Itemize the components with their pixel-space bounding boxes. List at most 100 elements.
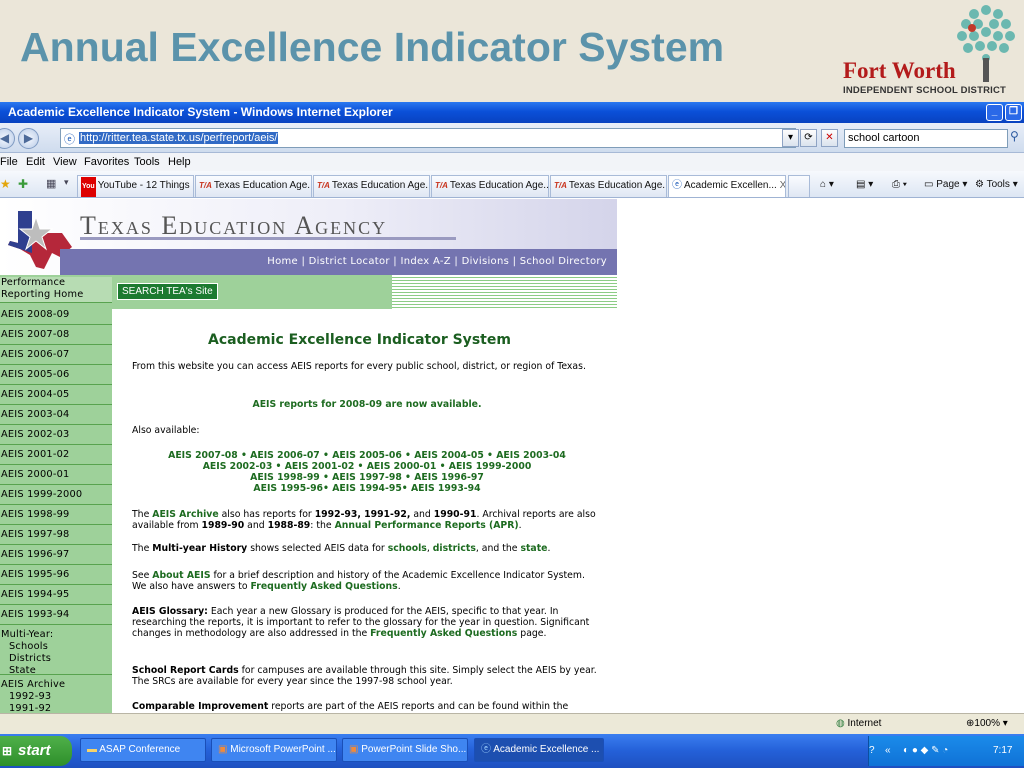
- sidebar-link-1991-92[interactable]: 1991-92: [1, 703, 112, 713]
- slide-title: Annual Excellence Indicator System: [20, 24, 725, 70]
- address-bar: ◀ ▶ ⓔ http://ritter.tea.state.tx.us/perf…: [0, 123, 1024, 153]
- tea-title-rule: [80, 237, 456, 240]
- sidebar-item-home[interactable]: Performance Reporting Home: [0, 277, 112, 303]
- sidebar-item-aeis-1994-95[interactable]: AEIS 1994-95: [0, 585, 112, 605]
- sidebar-item-aeis-2006-07[interactable]: AEIS 2006-07: [0, 345, 112, 365]
- tab-list-icon[interactable]: ▾: [64, 177, 69, 188]
- new-tab-button[interactable]: [788, 175, 810, 197]
- state-link[interactable]: state: [520, 543, 547, 554]
- aeis-links-line4[interactable]: AEIS 1995-96• AEIS 1994-95• AEIS 1993-94: [132, 483, 602, 494]
- tab-label: Texas Education Age...: [568, 180, 667, 191]
- help-icon[interactable]: ?: [869, 736, 875, 766]
- menu-file[interactable]: File: [0, 153, 18, 171]
- url-input[interactable]: ⓔ http://ritter.tea.state.tx.us/perfrepo…: [60, 128, 796, 148]
- aeis-links-line1[interactable]: AEIS 2007-08 • AEIS 2006-07 • AEIS 2005-…: [132, 450, 602, 461]
- aeis-archive-link[interactable]: AEIS Archive: [152, 509, 218, 520]
- window-titlebar: Academic Excellence Indicator System - W…: [0, 102, 1024, 123]
- sidebar-link-schools[interactable]: Schools: [1, 641, 112, 653]
- system-tray: ? « ◐ ● ◆ ✎ ◔ 7:17 PM: [868, 736, 1024, 766]
- refresh-button[interactable]: ⟳: [800, 129, 817, 147]
- menu-edit[interactable]: Edit: [26, 153, 45, 171]
- sidebar-item-aeis-2001-02[interactable]: AEIS 2001-02: [0, 445, 112, 465]
- tab-tea-3[interactable]: T/A Texas Education Age...: [431, 175, 549, 197]
- sidebar-link-1992-93[interactable]: 1992-93: [1, 691, 112, 703]
- tab-bar: ★ ✚ ▦ ▾ You YouTube - 12 Things I... T/A T…: [0, 171, 1024, 198]
- sidebar-item-aeis-2002-03[interactable]: AEIS 2002-03: [0, 425, 112, 445]
- menu-favorites[interactable]: Favorites: [84, 153, 129, 171]
- tray-arrow-icon[interactable]: «: [885, 736, 891, 766]
- forward-button[interactable]: ▶: [18, 128, 39, 149]
- faq-link-2[interactable]: Frequently Asked Questions: [370, 628, 517, 639]
- aeis-links-line2[interactable]: AEIS 2002-03 • AEIS 2001-02 • AEIS 2000-…: [132, 461, 602, 472]
- sidebar-item-aeis-2000-01[interactable]: AEIS 2000-01: [0, 465, 112, 485]
- sidebar-link-districts[interactable]: Districts: [1, 653, 112, 665]
- sidebar-item-aeis-1993-94[interactable]: AEIS 1993-94: [0, 605, 112, 625]
- page-menu-button[interactable]: ▭ Page ▾: [924, 175, 967, 195]
- task-asap-conference[interactable]: ▬ ASAP Conference: [80, 738, 206, 762]
- task-label: Academic Excellence ...: [493, 744, 600, 755]
- search-tea-site-button[interactable]: SEARCH TEA's Site: [117, 283, 218, 300]
- aeis-links-line3[interactable]: AEIS 1998-99 • AEIS 1997-98 • AEIS 1996-…: [132, 472, 602, 483]
- sidebar-link-state[interactable]: State: [1, 665, 112, 677]
- tab-close-icon[interactable]: X: [780, 180, 785, 191]
- home-icon[interactable]: ⌂ ▾: [820, 175, 834, 195]
- ie-icon: ⓔ: [672, 180, 682, 191]
- sidebar-item-aeis-2007-08[interactable]: AEIS 2007-08: [0, 325, 112, 345]
- sidebar-item-aeis-1999-2000[interactable]: AEIS 1999-2000: [0, 485, 112, 505]
- search-icon[interactable]: ⚲: [1010, 129, 1019, 143]
- sidebar-home-line1: Performance: [1, 277, 66, 288]
- apr-link[interactable]: Annual Performance Reports (APR): [335, 520, 519, 531]
- windows-flag-icon: ⊞: [2, 744, 13, 758]
- clock: 7:17 PM: [993, 745, 1013, 756]
- tab-youtube[interactable]: You YouTube - 12 Things I...: [77, 175, 194, 197]
- task-powerpoint[interactable]: ▣ Microsoft PowerPoint ...: [211, 738, 337, 762]
- menu-tools[interactable]: Tools: [134, 153, 160, 171]
- stop-button[interactable]: ✕: [821, 129, 838, 147]
- tab-tea-1[interactable]: T/A Texas Education Age...: [195, 175, 312, 197]
- sidebar-item-aeis-2005-06[interactable]: AEIS 2005-06: [0, 365, 112, 385]
- sidebar-item-aeis-1995-96[interactable]: AEIS 1995-96: [0, 565, 112, 585]
- url-text: http://ritter.tea.state.tx.us/perfreport…: [79, 132, 279, 144]
- zoom-control[interactable]: ⊕100% ▾: [966, 714, 1008, 734]
- now-available-text[interactable]: AEIS reports for 2008-09 are now availab…: [132, 399, 602, 410]
- tea-nav-bar[interactable]: Home | District Locator | Index A-Z | Di…: [60, 249, 617, 275]
- menu-help[interactable]: Help: [168, 153, 191, 171]
- schools-link[interactable]: schools: [388, 543, 427, 554]
- tab-tea-2[interactable]: T/A Texas Education Age...: [313, 175, 430, 197]
- favorites-star-icon[interactable]: ★: [0, 177, 11, 191]
- tab-aeis-active[interactable]: ⓔ Academic Excellen... X: [668, 175, 786, 197]
- sidebar-item-aeis-1998-99[interactable]: AEIS 1998-99: [0, 505, 112, 525]
- tools-menu-button[interactable]: ⚙ Tools ▾: [975, 175, 1018, 195]
- sidebar-archive: AEIS Archive 1992-93 1991-92: [0, 677, 112, 713]
- menu-view[interactable]: View: [53, 153, 77, 171]
- sidebar-item-aeis-2008-09[interactable]: AEIS 2008-09: [0, 305, 112, 325]
- task-academic-excellence[interactable]: ⓔ Academic Excellence ...: [474, 738, 604, 762]
- tea-icon: T/A: [435, 181, 448, 190]
- start-button[interactable]: ⊞ start: [0, 736, 72, 766]
- tab-tea-4[interactable]: T/A Texas Education Age...: [550, 175, 667, 197]
- districts-link[interactable]: districts: [433, 543, 476, 554]
- quick-tabs-icon[interactable]: ▦: [46, 177, 56, 190]
- sidebar-item-aeis-2004-05[interactable]: AEIS 2004-05: [0, 385, 112, 405]
- address-dropdown-icon[interactable]: ▾: [782, 129, 799, 147]
- multiyear-paragraph: The Multi-year History shows selected AE…: [132, 543, 551, 554]
- search-input[interactable]: school cartoon: [844, 129, 1008, 148]
- minimize-button[interactable]: _: [986, 104, 1003, 121]
- back-button[interactable]: ◀: [0, 128, 15, 149]
- about-aeis-link[interactable]: About AEIS: [152, 570, 210, 581]
- about-paragraph: See About AEIS for a brief description a…: [132, 570, 585, 592]
- add-favorites-icon[interactable]: ✚: [18, 177, 28, 191]
- restore-button[interactable]: ❐: [1005, 104, 1022, 121]
- now-available-link[interactable]: AEIS reports for 2008-09 are now availab…: [253, 399, 482, 410]
- print-icon[interactable]: ⎙ ▾: [892, 175, 907, 195]
- sidebar-item-aeis-1996-97[interactable]: AEIS 1996-97: [0, 545, 112, 565]
- task-slideshow[interactable]: ▣ PowerPoint Slide Sho...: [342, 738, 468, 762]
- sidebar-link-archive[interactable]: AEIS Archive: [1, 679, 112, 691]
- ie-icon: ⓔ: [481, 744, 491, 755]
- faq-link[interactable]: Frequently Asked Questions: [251, 581, 398, 592]
- sidebar-item-aeis-2003-04[interactable]: AEIS 2003-04: [0, 405, 112, 425]
- youtube-icon: You: [81, 177, 96, 197]
- web-page: Texas Education Agency Home | District L…: [0, 199, 1024, 713]
- sidebar-item-aeis-1997-98[interactable]: AEIS 1997-98: [0, 525, 112, 545]
- feeds-icon[interactable]: ▤ ▾: [856, 175, 873, 195]
